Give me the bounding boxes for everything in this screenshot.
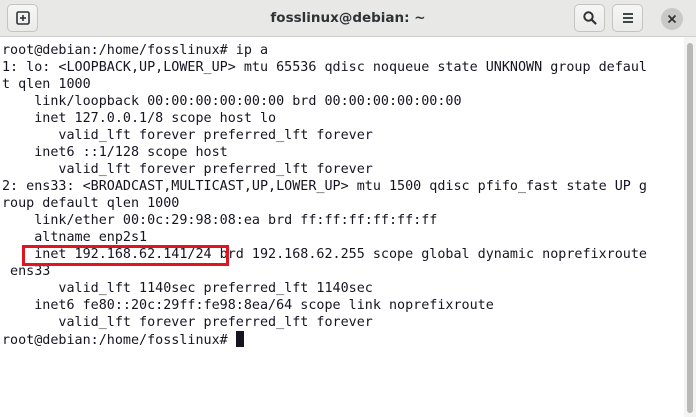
- search-button[interactable]: [574, 4, 605, 32]
- scrollbar-thumb[interactable]: [687, 43, 693, 413]
- new-tab-button[interactable]: [7, 4, 38, 32]
- close-icon: [667, 14, 677, 24]
- terminal-line: 2: ens33: <BROADCAST,MULTICAST,UP,LOWER_…: [2, 179, 647, 194]
- terminal-line: roup default qlen 1000: [2, 196, 180, 211]
- new-tab-icon: [15, 11, 30, 25]
- terminal-line: t qlen 1000: [2, 77, 91, 92]
- menu-button[interactable]: [612, 4, 643, 32]
- search-icon: [582, 11, 597, 25]
- terminal-line: valid_lft 1140sec preferred_lft 1140sec: [2, 281, 373, 296]
- terminal-prompt: root@debian:/home/fosslinux#: [2, 333, 236, 348]
- title-bar[interactable]: fosslinux@debian: ~: [0, 0, 696, 37]
- terminal-window: fosslinux@debian: ~ root@debian:/home/fo…: [0, 0, 696, 417]
- ip-address-highlight: [22, 245, 229, 266]
- terminal-line: 1: lo: <LOOPBACK,UP,LOWER_UP> mtu 65536 …: [2, 60, 647, 75]
- terminal-prompt-line[interactable]: root@debian:/home/fosslinux#: [2, 331, 244, 348]
- terminal-output[interactable]: root@debian:/home/fosslinux# ip a 1: lo:…: [0, 37, 684, 417]
- close-button[interactable]: [661, 8, 683, 30]
- terminal-line: inet 127.0.0.1/8 scope host lo: [2, 111, 277, 126]
- terminal-line: valid_lft forever preferred_lft forever: [2, 315, 373, 330]
- hamburger-menu-icon: [622, 13, 633, 23]
- text-cursor: [235, 331, 244, 347]
- terminal-line: altname enp2s1: [2, 230, 148, 245]
- terminal-scrollbar[interactable]: [684, 37, 696, 417]
- terminal-line: inet6 ::1/128 scope host: [2, 145, 228, 160]
- terminal-line: inet6 fe80::20c:29ff:fe98:8ea/64 scope l…: [2, 298, 494, 313]
- terminal-line: link/loopback 00:00:00:00:00:00 brd 00:0…: [2, 94, 462, 109]
- terminal-line: root@debian:/home/fosslinux# ip a: [2, 43, 269, 58]
- terminal-line: link/ether 00:0c:29:98:08:ea brd ff:ff:f…: [2, 213, 438, 228]
- terminal-line: valid_lft forever preferred_lft forever: [2, 162, 373, 177]
- terminal-line: valid_lft forever preferred_lft forever: [2, 128, 373, 143]
